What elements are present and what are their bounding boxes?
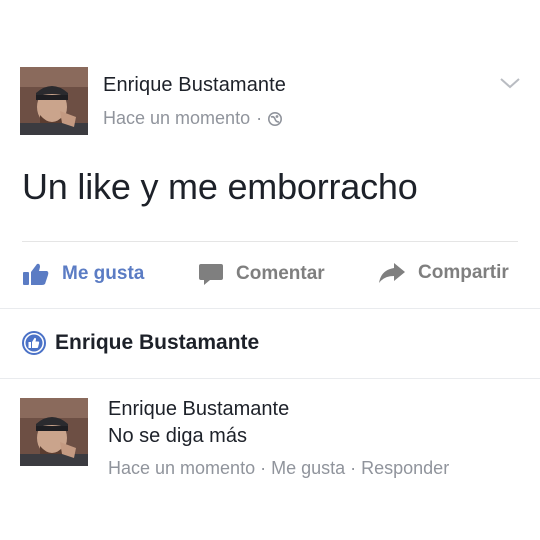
comment-text: No se diga más <box>108 425 247 447</box>
share-arrow-icon <box>379 263 405 283</box>
profile-photo <box>20 67 88 135</box>
meta-separator: · <box>350 458 357 478</box>
chevron-down-icon[interactable] <box>499 76 521 90</box>
comment-like-link[interactable]: Me gusta <box>271 458 345 478</box>
comment-author-name[interactable]: Enrique Bustamante <box>108 398 289 421</box>
share-button[interactable]: Compartir <box>378 262 509 284</box>
post-timestamp[interactable]: Hace un momento <box>103 108 250 129</box>
divider <box>22 241 518 242</box>
like-badge-icon <box>22 331 46 355</box>
globe-icon[interactable] <box>268 111 283 126</box>
likes-summary[interactable]: Enrique Bustamante <box>22 331 259 355</box>
like-button[interactable]: Me gusta <box>22 262 144 286</box>
meta-separator: · <box>260 458 267 478</box>
post-text: Un like y me emborracho <box>22 166 418 207</box>
comment-button[interactable]: Comentar <box>198 262 325 286</box>
avatar[interactable] <box>20 67 88 135</box>
avatar[interactable] <box>20 398 88 466</box>
meta-separator: · <box>256 108 263 128</box>
like-button-label: Me gusta <box>62 263 145 284</box>
likes-name[interactable]: Enrique Bustamante <box>55 331 259 355</box>
comment-timestamp[interactable]: Hace un momento <box>108 458 255 478</box>
profile-photo <box>20 398 88 466</box>
share-button-label: Compartir <box>418 262 509 283</box>
post-author-name[interactable]: Enrique Bustamante <box>103 74 286 97</box>
comment-icon <box>199 264 223 285</box>
comment-button-label: Comentar <box>236 263 325 284</box>
comment-meta: Hace un momento · Me gusta · Responder <box>108 458 449 479</box>
divider <box>0 378 540 379</box>
comment-reply-link[interactable]: Responder <box>361 458 449 478</box>
divider <box>0 308 540 309</box>
facebook-post: Enrique Bustamante Hace un momento · Un … <box>0 0 540 540</box>
post-meta: Hace un momento · <box>103 108 283 129</box>
thumbs-up-icon <box>23 263 49 285</box>
